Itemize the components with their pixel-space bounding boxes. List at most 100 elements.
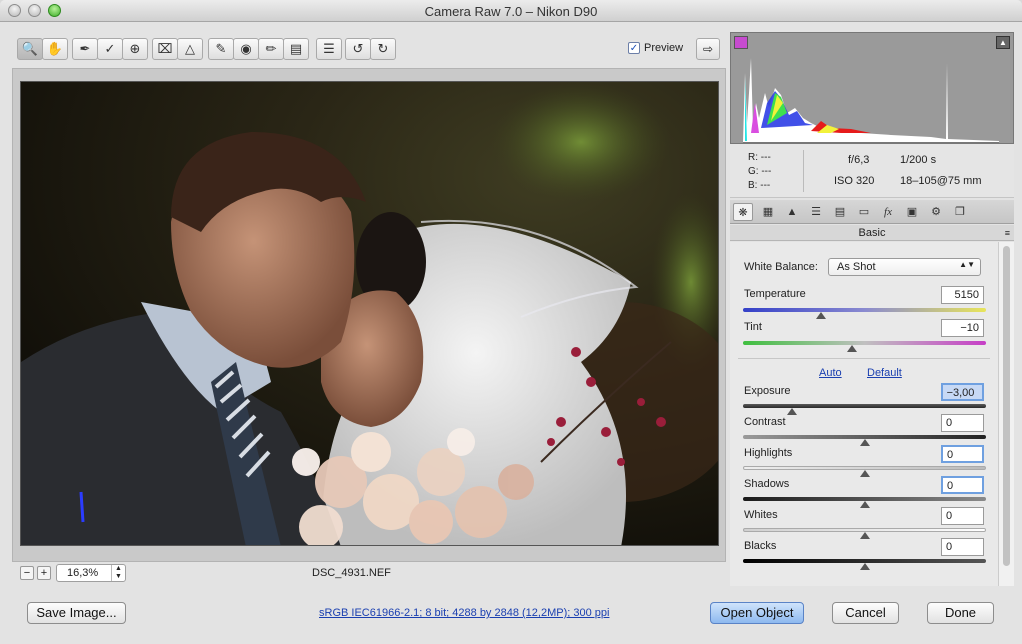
basic-controls: White Balance: As Shot ▲▼ Temperature 51…	[730, 242, 998, 586]
tab-detail[interactable]: ▲	[782, 203, 802, 221]
panel-menu-icon[interactable]: ≡	[1005, 225, 1010, 241]
zoom-value: 16,3%	[67, 567, 99, 579]
shadows-field[interactable]: 0	[941, 476, 984, 494]
rotate-cw-button[interactable]: ↻	[370, 38, 396, 60]
aperture-value: f/6,3	[848, 154, 870, 166]
title-bar: Camera Raw 7.0 – Nikon D90	[0, 0, 1022, 22]
tab-tone-curve[interactable]: ▦	[758, 203, 778, 221]
preview-label: Preview	[644, 42, 684, 54]
contrast-field[interactable]: 0	[941, 414, 984, 432]
tint-slider-thumb[interactable]	[847, 345, 858, 352]
preview-toggle[interactable]: ✓ Preview	[628, 42, 683, 54]
fullscreen-icon: ⇨	[702, 42, 714, 56]
temperature-field[interactable]: 5150	[941, 286, 984, 304]
exposure-field[interactable]: −3,00	[941, 383, 984, 401]
graduated-filter-tool-button[interactable]: ▤	[283, 38, 309, 60]
section-header: Basic ≡	[730, 225, 1014, 241]
hsl-icon: ☰	[811, 206, 821, 218]
whites-field[interactable]: 0	[941, 507, 984, 525]
toolbar: 🔍 ✋ ✒ ✓ ⊕ ⌧ △ ✎ ◉ ✏ ▤ ☰ ↺ ↻ ✓ Preview ⇨	[12, 32, 726, 66]
temperature-slider-track[interactable]	[743, 308, 986, 312]
highlights-slider-thumb[interactable]	[859, 470, 870, 477]
tab-presets[interactable]: ⚙	[926, 203, 946, 221]
straighten-icon: △	[185, 41, 195, 56]
tab-lens-corrections[interactable]: ▭	[854, 203, 874, 221]
zoom-tool-button[interactable]: 🔍	[17, 38, 43, 60]
image-preview-area[interactable]	[12, 68, 726, 562]
zoom-icon: 🔍	[21, 41, 39, 56]
g-label: G:	[748, 166, 759, 177]
zoom-out-button[interactable]: −	[20, 566, 34, 580]
red-eye-tool-button[interactable]: ◉	[233, 38, 259, 60]
tint-field[interactable]: −10	[941, 319, 984, 337]
hand-tool-button[interactable]: ✋	[42, 38, 68, 60]
white-balance-select[interactable]: As Shot ▲▼	[828, 258, 981, 276]
default-link[interactable]: Default	[867, 367, 902, 379]
spot-removal-icon: ✎	[215, 41, 227, 56]
temperature-slider-thumb[interactable]	[815, 312, 826, 319]
histogram-graph	[743, 53, 999, 143]
white-balance-label: White Balance:	[744, 261, 818, 273]
zoom-in-button[interactable]: +	[37, 566, 51, 580]
straighten-tool-button[interactable]: △	[177, 38, 203, 60]
preview-checkbox[interactable]: ✓	[628, 42, 640, 54]
white-balance-value: As Shot	[837, 261, 876, 273]
slider-label: Shadows	[744, 478, 790, 490]
slider-label: Blacks	[744, 540, 777, 552]
tab-snapshots[interactable]: ❐	[950, 203, 970, 221]
chevron-updown-icon: ▲▼	[959, 260, 975, 269]
snapshots-icon: ❐	[955, 206, 965, 218]
camera-raw-window: Camera Raw 7.0 – Nikon D90 🔍 ✋ ✒ ✓ ⊕ ⌧ △…	[0, 0, 1022, 644]
r-value: ---	[760, 152, 771, 163]
panel-tabs: ❋ ▦ ▲ ☰ ▤ ▭ fx ▣ ⚙ ❐	[730, 200, 1014, 224]
workflow-options-link[interactable]: sRGB IEC61966-2.1; 8 bit; 4288 by 2848 (…	[319, 607, 609, 619]
scrollbar-thumb[interactable]	[1003, 246, 1010, 566]
divider	[738, 358, 990, 359]
color-sampler-tool-button[interactable]: ✓	[97, 38, 123, 60]
adjustment-brush-tool-button[interactable]: ✏	[258, 38, 284, 60]
exposure-slider-thumb[interactable]	[786, 408, 797, 415]
spot-removal-tool-button[interactable]: ✎	[208, 38, 234, 60]
save-image-button[interactable]: Save Image...	[27, 602, 126, 624]
window-title: Camera Raw 7.0 – Nikon D90	[424, 4, 598, 19]
blacks-field[interactable]: 0	[941, 538, 984, 556]
tab-camera-calibration[interactable]: ▣	[902, 203, 922, 221]
auto-link[interactable]: Auto	[819, 367, 842, 379]
tab-basic[interactable]: ❋	[733, 203, 753, 221]
graduated-filter-icon: ▤	[289, 41, 303, 56]
blacks-slider-thumb[interactable]	[859, 563, 870, 570]
whites-slider-thumb[interactable]	[859, 532, 870, 539]
zoom-select[interactable]: 16,3% ▲ ▼	[56, 564, 126, 582]
open-object-button[interactable]: Open Object	[710, 602, 804, 624]
tab-split-toning[interactable]: ▤	[830, 203, 850, 221]
fx-icon: fx	[884, 206, 892, 218]
slider-label: Contrast	[744, 416, 786, 428]
exposure-slider-track[interactable]	[743, 404, 986, 408]
image-filename: DSC_4931.NEF	[312, 567, 391, 579]
fullscreen-button[interactable]: ⇨	[696, 38, 720, 60]
rotate-ccw-button[interactable]: ↺	[345, 38, 371, 60]
crop-icon: ⌧	[157, 41, 173, 56]
panel-scrollbar[interactable]	[998, 242, 1014, 586]
b-value: ---	[760, 180, 771, 191]
contrast-slider-thumb[interactable]	[859, 439, 870, 446]
tab-effects[interactable]: fx	[878, 203, 898, 221]
b-label: B:	[748, 180, 758, 191]
red-eye-icon: ◉	[240, 41, 252, 56]
target-adjust-tool-button[interactable]: ⊕	[122, 38, 148, 60]
lens-icon: ▭	[858, 206, 870, 218]
tint-slider-track[interactable]	[743, 341, 986, 345]
done-button[interactable]: Done	[927, 602, 994, 624]
white-balance-tool-button[interactable]: ✒	[72, 38, 98, 60]
camera-info: R: --- G: --- B: --- f/6,3 1/200 s ISO 3…	[730, 144, 1014, 198]
preferences-button[interactable]: ☰	[316, 38, 342, 60]
photo-preview	[20, 81, 719, 546]
aperture-icon: ❋	[738, 207, 748, 219]
highlights-field[interactable]: 0	[941, 445, 984, 463]
shadows-slider-thumb[interactable]	[859, 501, 870, 508]
info-divider	[803, 150, 804, 192]
tab-hsl[interactable]: ☰	[806, 203, 826, 221]
target-adjust-icon: ⊕	[129, 41, 141, 56]
crop-tool-button[interactable]: ⌧	[152, 38, 178, 60]
cancel-button[interactable]: Cancel	[832, 602, 899, 624]
